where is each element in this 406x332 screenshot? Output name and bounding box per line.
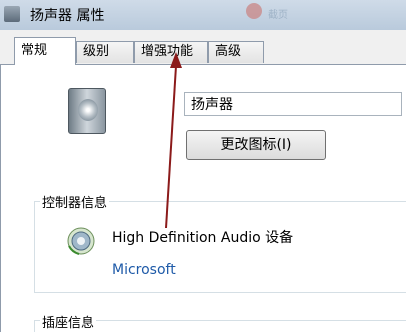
tab-levels[interactable]: 级别 bbox=[76, 41, 134, 63]
tab-advanced[interactable]: 高级 bbox=[208, 41, 264, 63]
speaker-cone-icon bbox=[78, 99, 98, 121]
background-app-icon bbox=[246, 3, 262, 19]
controller-vendor-link[interactable]: Microsoft bbox=[112, 262, 176, 278]
change-icon-button[interactable]: 更改图标(I) bbox=[186, 130, 326, 160]
tab-general[interactable]: 常规 bbox=[14, 37, 76, 65]
tab-levels-label: 级别 bbox=[83, 44, 110, 59]
window-title: 扬声器 属性 bbox=[30, 8, 105, 24]
speaker-window-icon bbox=[4, 6, 20, 22]
tab-enhancements[interactable]: 增强功能 bbox=[134, 41, 208, 63]
controller-name: High Definition Audio 设备 bbox=[112, 230, 294, 246]
tab-enhancements-label: 增强功能 bbox=[141, 44, 194, 59]
tab-general-label: 常规 bbox=[21, 43, 48, 58]
device-name-field[interactable] bbox=[184, 92, 402, 116]
audio-device-icon bbox=[67, 227, 95, 255]
jack-info-heading: 插座信息 bbox=[40, 312, 97, 331]
background-window-text-2: 截页 bbox=[268, 10, 288, 21]
title-bar[interactable]: 扬声器 属性 截页 bbox=[0, 0, 406, 30]
controller-info-heading: 控制器信息 bbox=[40, 192, 110, 211]
tab-advanced-label: 高级 bbox=[215, 44, 242, 59]
